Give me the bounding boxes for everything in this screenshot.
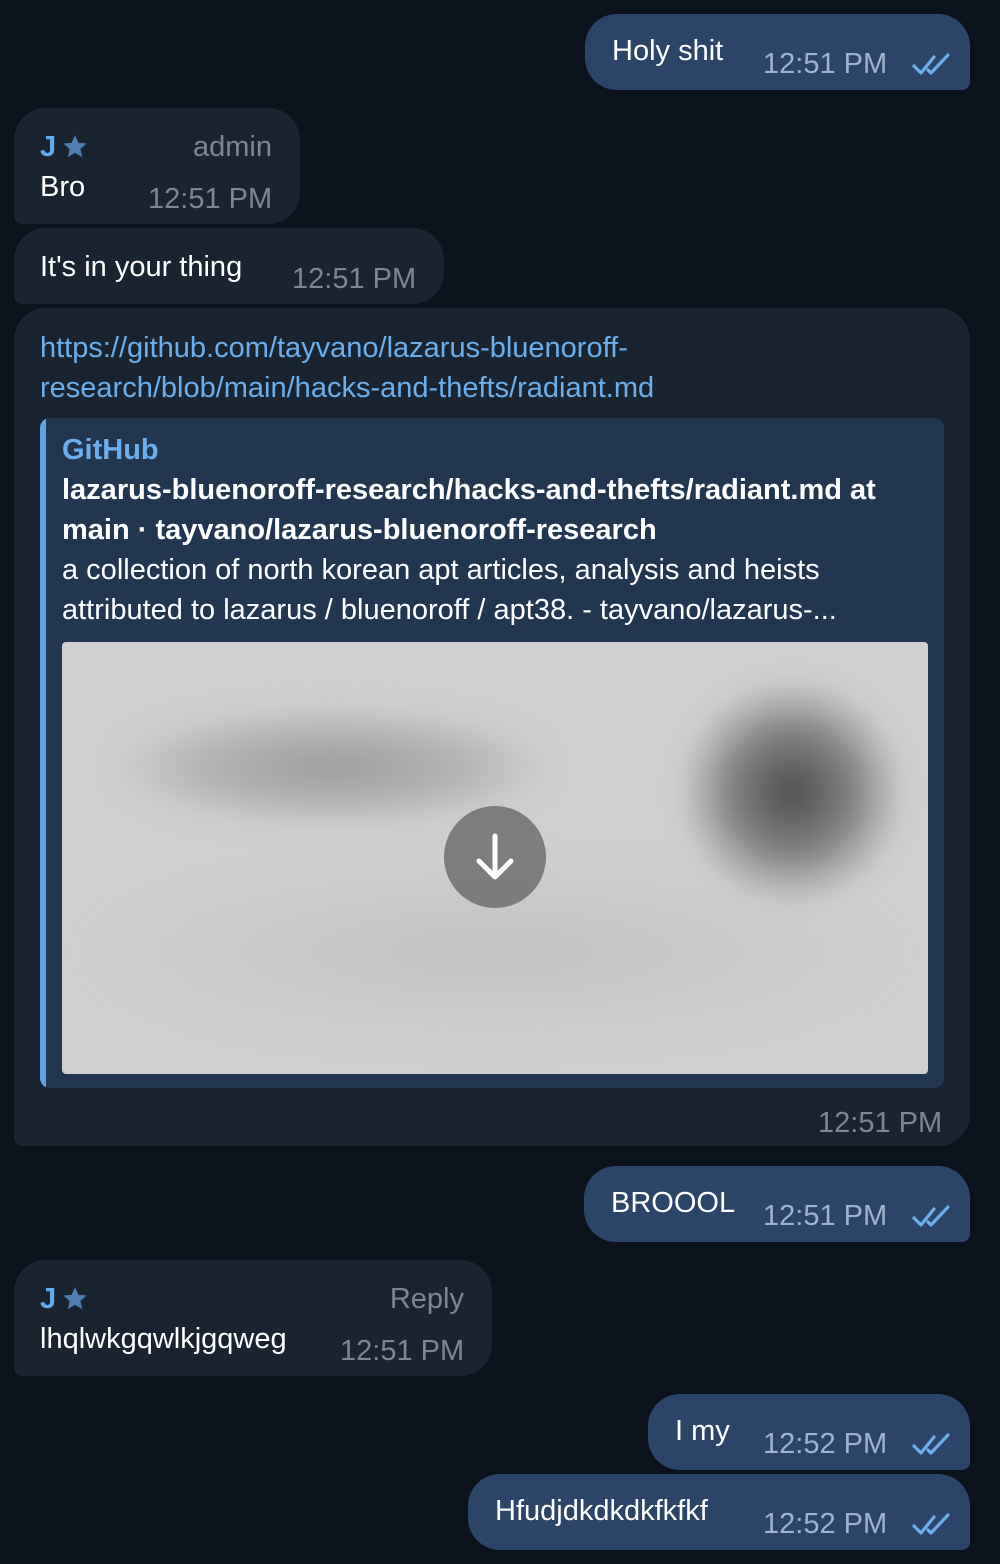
double-check-icon <box>912 1204 954 1230</box>
message-text: I my <box>675 1415 730 1447</box>
double-check-icon <box>912 52 954 78</box>
download-arrow-icon[interactable] <box>444 806 546 908</box>
message-time: 12:51 PM <box>148 183 273 215</box>
message-time: 12:51 PM <box>763 48 888 80</box>
link-message[interactable]: https://github.com/tayvano/lazarus-bluen… <box>14 308 970 1146</box>
message-text: Hfudjdkdkdkfkfkf <box>495 1495 708 1527</box>
sender-name[interactable]: J <box>40 1282 56 1316</box>
message-text: BROOOL <box>611 1187 736 1219</box>
outgoing-message[interactable]: Hfudjdkdkdkfkfkf 12:52 PM <box>468 1474 970 1550</box>
incoming-message[interactable]: It's in your thing 12:51 PM <box>14 228 444 304</box>
incoming-message[interactable]: J Reply lhqlwkgqwlkjgqweg 12:51 PM <box>14 1260 492 1376</box>
message-text: Holy shit <box>612 35 724 67</box>
message-text: lhqlwkgqwlkjgqweg <box>40 1323 287 1355</box>
message-time: 12:51 PM <box>292 263 417 295</box>
outgoing-message[interactable]: Holy shit 12:51 PM <box>585 14 970 90</box>
reply-button[interactable]: Reply <box>390 1282 464 1316</box>
message-text: Bro <box>40 171 86 203</box>
link-preview[interactable]: GitHub lazarus-bluenoroff-research/hacks… <box>40 418 944 1088</box>
star-icon <box>60 1284 90 1314</box>
message-time: 12:51 PM <box>818 1107 943 1139</box>
incoming-message[interactable]: J admin Bro 12:51 PM <box>14 108 300 224</box>
preview-description: a collection of north korean apt article… <box>62 554 837 626</box>
message-time: 12:51 PM <box>763 1200 888 1232</box>
message-time: 12:52 PM <box>763 1508 888 1540</box>
outgoing-message[interactable]: BROOOL 12:51 PM <box>584 1166 970 1242</box>
outgoing-message[interactable]: I my 12:52 PM <box>648 1394 970 1470</box>
message-time: 12:52 PM <box>763 1428 888 1460</box>
preview-image[interactable] <box>62 642 928 1074</box>
message-text: It's in your thing <box>40 251 243 283</box>
preview-title: lazarus-bluenoroff-research/hacks-and-th… <box>62 474 876 546</box>
preview-site-name: GitHub <box>62 434 159 466</box>
admin-badge: admin <box>193 131 272 163</box>
message-link[interactable]: https://github.com/tayvano/lazarus-bluen… <box>40 328 940 408</box>
message-time: 12:51 PM <box>340 1335 465 1367</box>
preview-accent-bar <box>40 418 46 1088</box>
double-check-icon <box>912 1432 954 1458</box>
double-check-icon <box>912 1512 954 1538</box>
sender-name[interactable]: J <box>40 130 56 164</box>
star-icon <box>60 132 90 162</box>
